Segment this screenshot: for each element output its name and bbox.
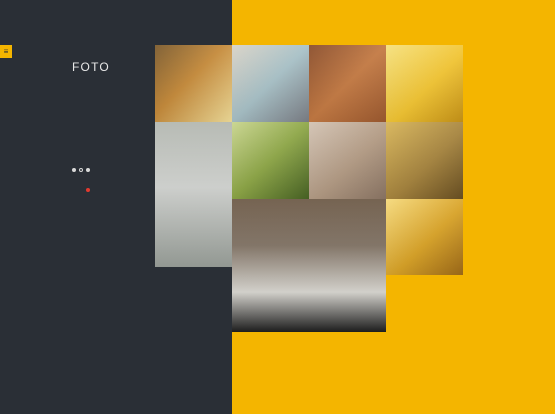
tile-golden-grass[interactable] [386,122,463,199]
dot-icon[interactable] [72,168,76,172]
tile-cup-table[interactable] [155,122,232,267]
tile-chairs-brick[interactable] [309,45,386,122]
tile-table-corner[interactable] [309,122,386,199]
dot-icon[interactable] [86,168,90,172]
tile-yellow-chair[interactable] [386,45,463,122]
menu-icon[interactable]: ≡ [0,45,12,58]
dot-ring-icon[interactable] [79,168,83,172]
page-title: FOTO [72,60,110,74]
app-page: ≡ FOTO [0,0,555,414]
pagination-dots[interactable] [72,168,90,172]
status-dot [86,188,90,192]
tile-woman-hat[interactable] [232,45,309,122]
tile-cafe-interior[interactable] [232,199,386,332]
tile-bike-sunset[interactable] [155,45,232,122]
tile-yellow-table[interactable] [386,199,463,275]
tile-grass[interactable] [232,122,309,199]
description-text [72,90,152,150]
